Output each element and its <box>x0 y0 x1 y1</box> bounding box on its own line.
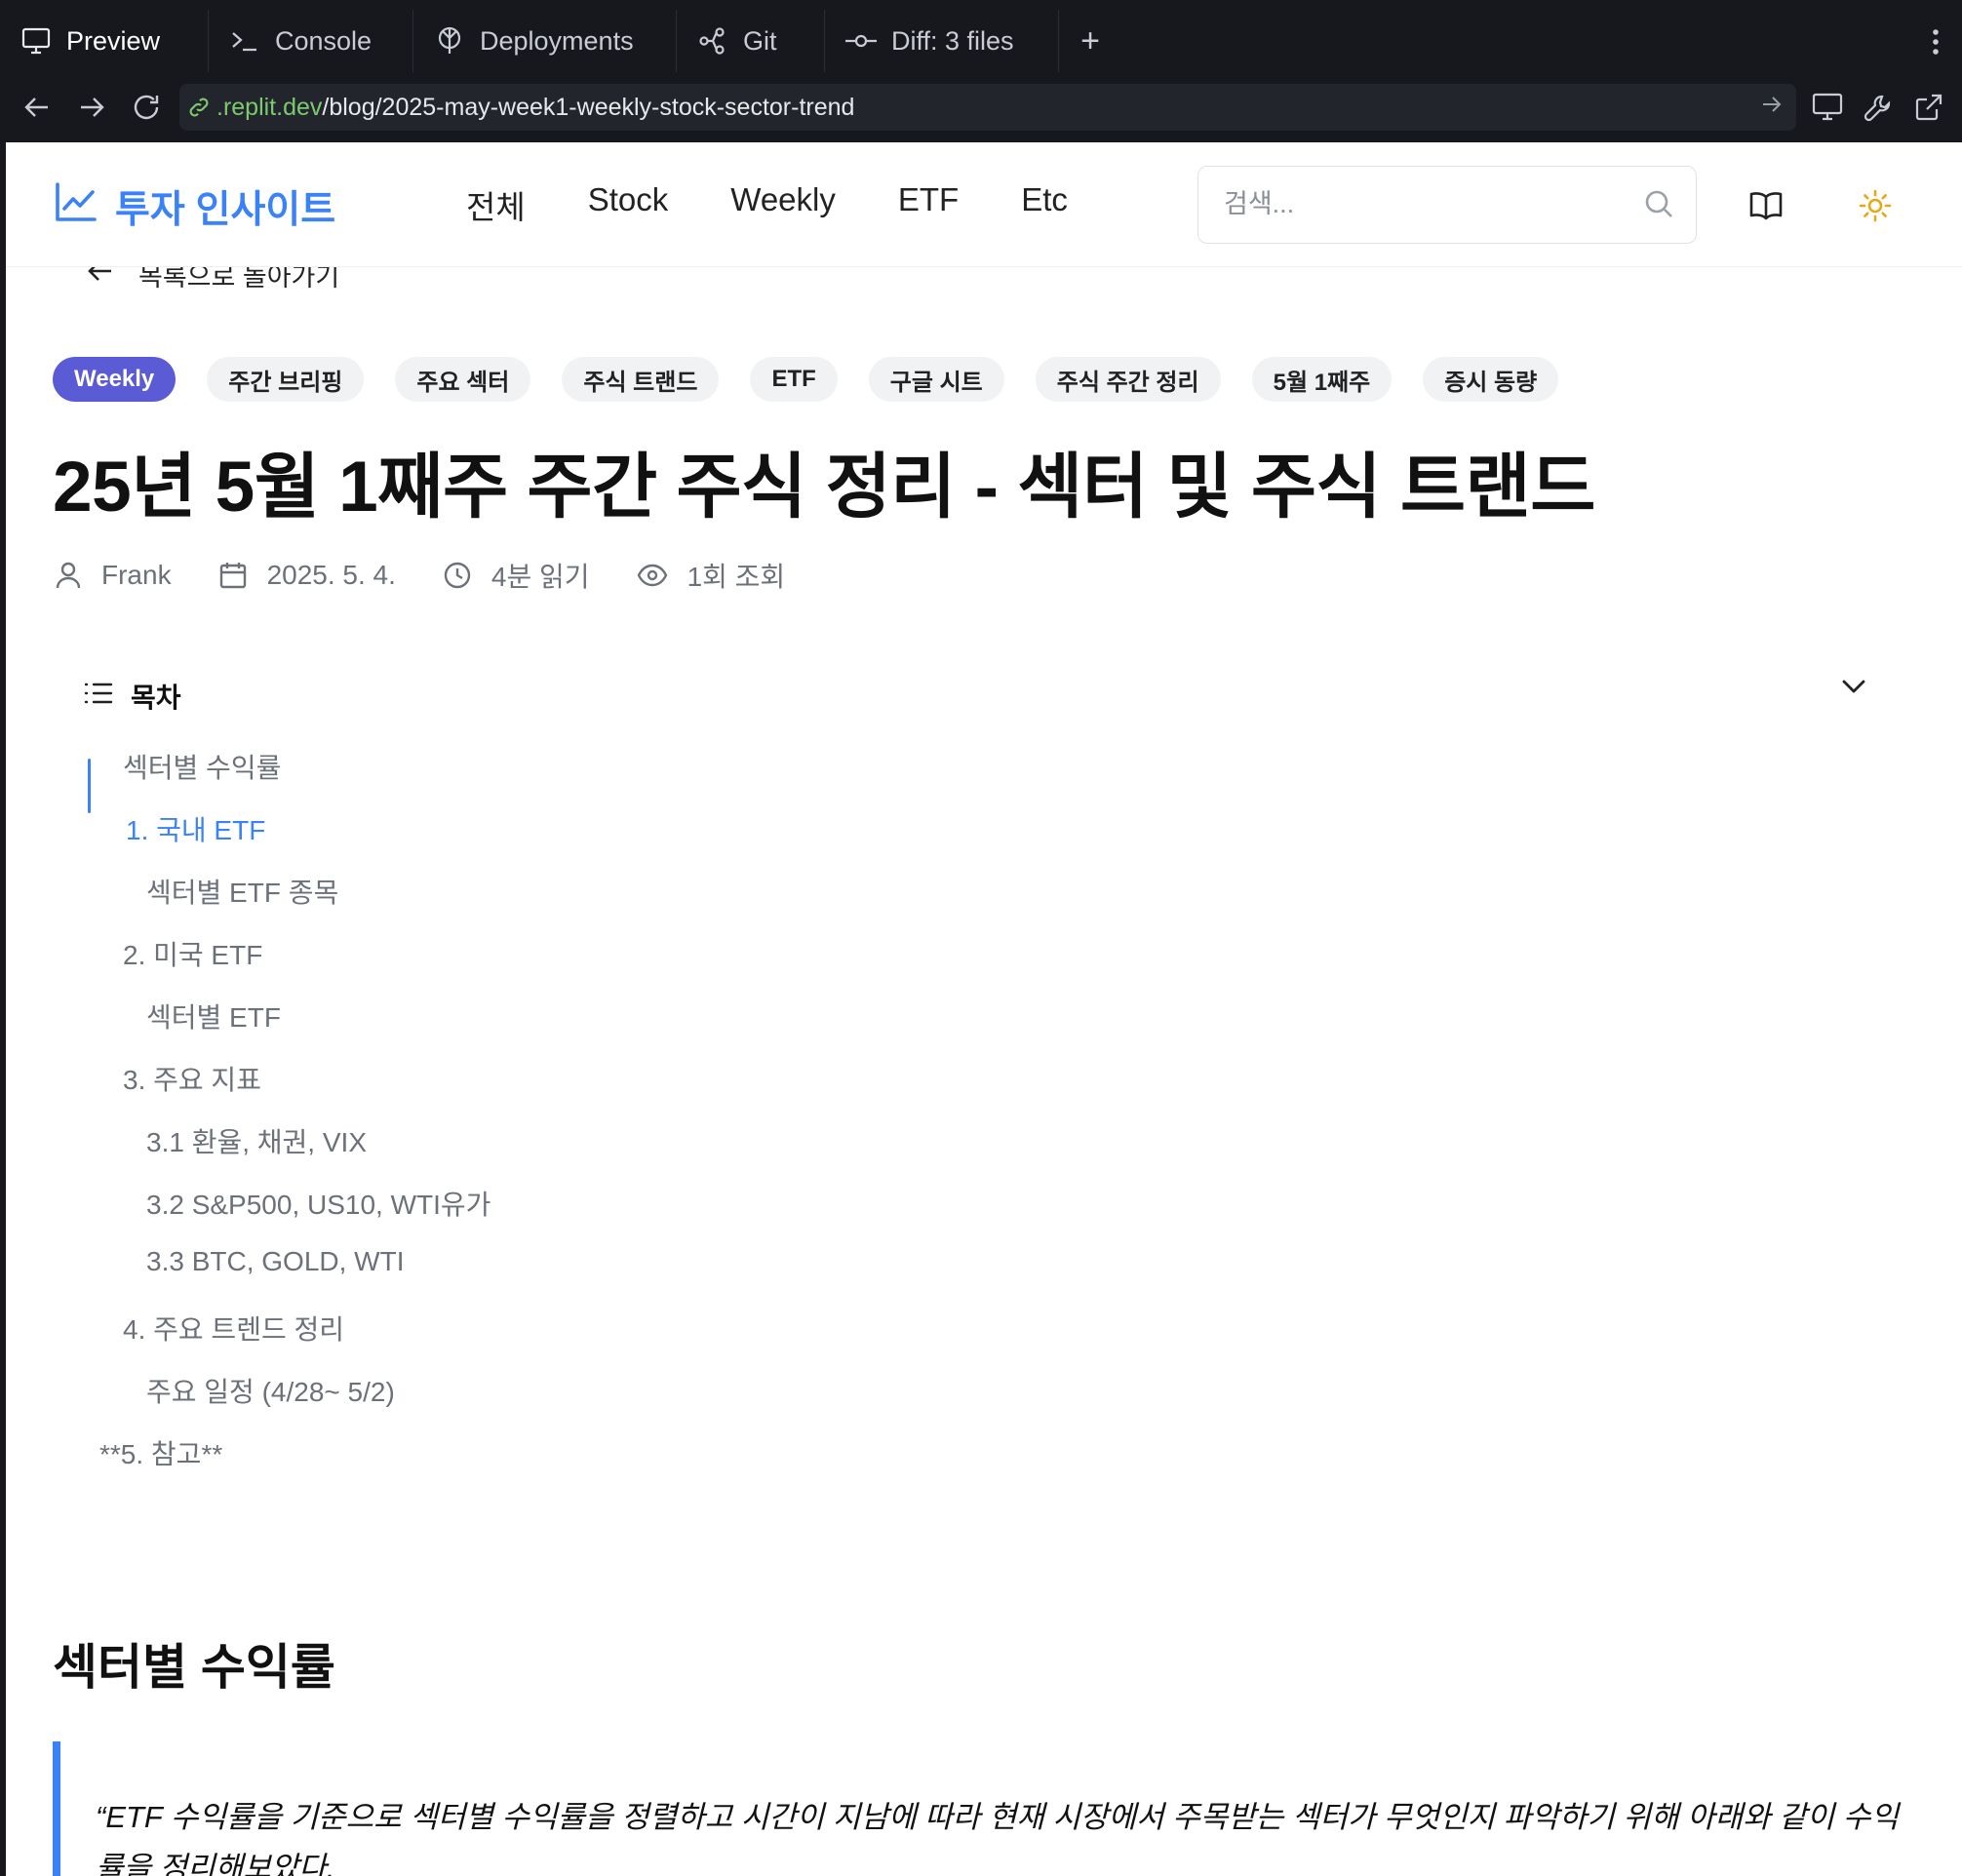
book-icon[interactable] <box>1742 181 1790 230</box>
page-viewport: 투자 인사이트 전체 Stock Weekly ETF Etc 목록으로 돌아가… <box>6 142 1962 1876</box>
search-box <box>1197 166 1697 244</box>
external-link-icon[interactable] <box>1907 86 1950 129</box>
toc-item[interactable]: 섹터별 ETF <box>146 997 281 1036</box>
toc-item[interactable]: 3.3 BTC, GOLD, WTI <box>146 1246 404 1277</box>
tag-chip[interactable]: ETF <box>750 357 838 402</box>
forward-button[interactable] <box>64 80 119 135</box>
toc-item[interactable]: 섹터별 수익률 <box>123 747 281 786</box>
view-count: 1회 조회 <box>637 556 786 595</box>
tab-preview[interactable]: Preview <box>0 10 209 72</box>
tab-diff[interactable]: Diff: 3 files <box>825 10 1059 72</box>
terminal-icon <box>228 24 261 58</box>
eye-icon <box>637 564 668 587</box>
url-host: .replit.dev <box>216 93 323 121</box>
author: Frank <box>55 560 172 591</box>
post-date: 2025. 5. 4. <box>218 560 396 591</box>
tag-chip[interactable]: 주요 섹터 <box>395 357 531 402</box>
tag-chip[interactable]: Weekly <box>53 357 177 402</box>
toc-item[interactable]: 주요 일정 (4/28~ 5/2) <box>146 1371 395 1410</box>
tag-chip[interactable]: 주간 브리핑 <box>207 357 365 402</box>
theme-toggle-sun-icon[interactable] <box>1851 181 1900 230</box>
section-heading: 섹터별 수익률 <box>53 1640 335 1695</box>
add-tab-button[interactable]: + <box>1059 10 1121 72</box>
read-time-text: 4분 읽기 <box>490 562 590 592</box>
toc-item[interactable]: 3.2 S&P500, US10, WTI유가 <box>146 1184 490 1223</box>
blockquote: “ETF 수익률을 기준으로 섹터별 수익률을 정렬하고 시간이 지남에 따라 … <box>53 1741 1915 1876</box>
monitor-icon <box>20 24 53 58</box>
tab-git[interactable]: Git <box>677 10 825 72</box>
back-button[interactable] <box>10 80 64 135</box>
tag-chip[interactable]: 증시 동량 <box>1423 357 1559 402</box>
address-bar[interactable]: .replit.dev/blog/2025-may-week1-weekly-s… <box>179 84 1796 131</box>
calendar-icon <box>218 561 248 590</box>
devices-icon[interactable] <box>1806 86 1849 129</box>
nav-etc[interactable]: Etc <box>1021 181 1068 228</box>
toc-item[interactable]: 섹터별 ETF 종목 <box>146 872 338 911</box>
toc-item-active[interactable]: 1. 국내 ETF <box>126 809 265 848</box>
browser-toolbar: .replit.dev/blog/2025-may-week1-weekly-s… <box>0 72 1962 142</box>
author-name: Frank <box>101 560 172 590</box>
tag-chip[interactable]: 구글 시트 <box>868 357 1004 402</box>
ide-tab-bar: Preview Console Deployments Git Diff: 3 … <box>0 10 1962 72</box>
toc-title: 목차 <box>131 683 181 713</box>
tab-label: Console <box>275 25 373 56</box>
nav-all[interactable]: 전체 <box>466 181 526 228</box>
go-arrow-icon[interactable] <box>1761 94 1783 122</box>
line-chart-icon <box>55 181 98 232</box>
link-icon <box>187 96 211 119</box>
tag-chip[interactable]: 주식 트랜드 <box>562 357 720 402</box>
toc-item[interactable]: 3.1 환율, 채권, VIX <box>146 1121 367 1160</box>
reload-button[interactable] <box>119 80 174 135</box>
table-of-contents: 목차 섹터별 수익률 1. 국내 ETF 섹터별 ETF 종목 2. 미국 ET… <box>84 677 1888 1469</box>
post-title: 25년 5월 1째주 주간 주식 정리 - 섹터 및 주식 트랜드 <box>53 448 1595 527</box>
wrench-icon[interactable] <box>1857 86 1900 129</box>
site-logo-text: 투자 인사이트 <box>115 189 336 231</box>
views-text: 1회 조회 <box>687 562 786 592</box>
clock-icon <box>443 561 472 590</box>
user-icon <box>55 561 82 590</box>
toc-item[interactable]: **5. 참고** <box>99 1433 222 1472</box>
read-time: 4분 읽기 <box>443 556 590 595</box>
more-options-icon[interactable] <box>1931 27 1941 61</box>
tag-chip[interactable]: 5월 1째주 <box>1251 357 1393 402</box>
post-meta: Frank 2025. 5. 4. 4분 읽기 1회 조회 <box>55 556 832 595</box>
toc-item[interactable]: 4. 주요 트렌드 정리 <box>123 1309 344 1348</box>
chevron-down-icon[interactable] <box>1841 679 1866 699</box>
search-icon[interactable] <box>1643 188 1674 224</box>
tab-console[interactable]: Console <box>209 10 413 72</box>
toc-toggle[interactable]: 목차 <box>84 677 1888 716</box>
quote-text: “ETF 수익률을 기준으로 섹터별 수익률을 정렬하고 시간이 지남에 따라 … <box>96 1800 1899 1876</box>
url-path: /blog/2025-may-week1-weekly-stock-sector… <box>322 93 855 121</box>
toc-active-indicator <box>88 759 91 813</box>
tab-deployments[interactable]: Deployments <box>413 10 677 72</box>
tag-list: Weekly 주간 브리핑 주요 섹터 주식 트랜드 ETF 구글 시트 주식 … <box>53 357 1589 402</box>
main-nav: 전체 Stock Weekly ETF Etc <box>466 181 1130 228</box>
deploy-icon <box>433 24 466 58</box>
nav-etf[interactable]: ETF <box>898 181 959 228</box>
commit-icon <box>844 24 878 58</box>
site-logo[interactable]: 투자 인사이트 <box>55 179 335 234</box>
tab-label: Deployments <box>480 25 634 56</box>
list-icon <box>84 681 113 713</box>
nav-weekly[interactable]: Weekly <box>730 181 836 228</box>
date-text: 2025. 5. 4. <box>266 560 396 590</box>
nav-stock[interactable]: Stock <box>588 181 669 228</box>
tab-label: Git <box>743 25 777 56</box>
toc-item[interactable]: 2. 미국 ETF <box>123 934 262 973</box>
tag-chip[interactable]: 주식 주간 정리 <box>1035 357 1221 402</box>
tab-label: Diff: 3 files <box>891 25 1014 56</box>
git-icon <box>696 24 729 58</box>
site-header: 투자 인사이트 전체 Stock Weekly ETF Etc <box>6 142 1962 267</box>
plus-icon: + <box>1080 21 1100 59</box>
tab-label: Preview <box>66 25 161 56</box>
toc-item[interactable]: 3. 주요 지표 <box>123 1059 261 1098</box>
search-input[interactable] <box>1198 167 1608 241</box>
